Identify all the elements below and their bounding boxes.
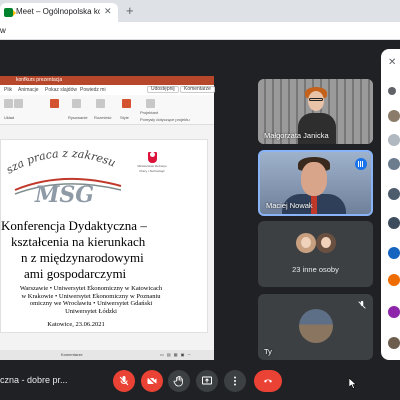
person-icon[interactable] [388,87,396,95]
ribbon-toolbar: Układ Rysowanie Rozmieść Style Projektan… [0,95,214,125]
avatar[interactable] [388,337,400,349]
menu-item-file[interactable]: Plik [4,87,12,93]
self-tile[interactable]: Ty [258,294,373,360]
self-avatar [299,309,333,343]
slide-canvas: sza praca z zakresu MSG Ministerstwo Roz… [0,139,208,333]
avatar[interactable] [388,188,400,200]
draw-icon[interactable] [72,99,81,108]
title-line: n z międzynarodowymi [21,250,144,265]
ministry-emblem: Ministerstwo Rozwoju Pracy i Technologii [132,150,172,173]
share-button[interactable]: Udostępnij [147,86,179,93]
url-text: w [0,26,6,35]
participant-name: Małgorzata Janicka [264,131,329,140]
present-button[interactable] [196,370,218,392]
close-panel-icon[interactable]: ✕ [388,57,396,68]
new-tab-button[interactable]: + [126,3,134,18]
title-line: ami gospodarczymi [24,266,127,281]
glasses-icon [309,98,323,101]
close-tab-icon[interactable]: ✕ [104,6,112,17]
more-vert-icon [234,376,236,386]
participant-tile[interactable]: Małgorzata Janicka [258,79,373,144]
presentation-window: konfkurs prezentacja Plik Animacje Pokaz… [0,76,215,360]
avatar[interactable] [388,217,400,229]
mic-toggle-button[interactable] [113,370,135,392]
participant-face [301,162,327,196]
ministry-name-1: Ministerstwo Rozwoju [137,164,167,168]
msg-logo-text: MSG [34,182,94,208]
ideas-icon[interactable] [146,99,155,108]
layout-icon[interactable] [4,99,13,108]
university-line: omiczny we Wrocławiu • Uniwersytet Gdańs… [29,300,153,307]
avatar[interactable] [388,306,400,318]
participant-name: Maciej Nowak [266,201,313,210]
university-line: w Krakowie • Uniwersytet Ekonomiczny w P… [21,292,161,300]
browser-tab-meet[interactable]: Meet – Ogólnopolska konfe ✕ [0,3,118,22]
avatar [316,233,336,253]
title-line: Konferencja Dydaktyczna – [1,218,147,233]
toolbar-label-layout: Układ [4,115,15,120]
presentation-titlebar: konfkurs prezentacja [0,76,214,85]
others-count: 23 inne osoby [292,265,339,274]
self-name: Ty [264,347,272,356]
avatar [296,233,316,253]
address-bar[interactable]: w [0,22,400,40]
slide-date: Katowice, 23.06.2021 [47,321,105,328]
leave-call-button[interactable] [254,370,282,392]
toolbar-label-arrange: Rozmieść [94,115,112,120]
avatar[interactable] [388,247,400,259]
designer-icon[interactable] [122,99,131,108]
meet-favicon-icon [4,8,16,17]
title-line: kształcenia na kierunkach [11,234,146,249]
camera-off-icon [147,376,157,386]
presentation-statusbar: Komentarze ▭ ▤ ▦ ▣ ─ [0,350,214,360]
meeting-title: czna - dobre pr... [0,375,68,385]
universities-list: Warszawie • Uniwersytet Ekonomiczny w Ka… [1,285,181,315]
raise-hand-button[interactable] [168,370,190,392]
more-options-button[interactable] [224,370,246,392]
arrange-icon[interactable] [96,99,105,108]
avatar[interactable] [388,110,400,122]
speaking-indicator-icon [355,158,367,170]
polish-eagle-icon [147,152,157,163]
menu-item-slideshow[interactable]: Pokaz slajdów [45,87,77,93]
comments-button[interactable]: Komentarze [180,86,215,93]
meeting-controls-bar: czna - dobre pr... [0,361,400,400]
hang-up-icon [264,379,272,383]
presentation-menu: Plik Animacje Pokaz slajdów Powiedz mi U… [0,85,215,95]
active-speaker-tile[interactable]: Maciej Nowak [258,150,373,216]
format-icon[interactable] [14,99,23,108]
mic-off-icon [358,300,366,309]
menu-item-animations[interactable]: Animacje [18,87,39,93]
present-screen-icon [202,376,212,385]
raise-hand-icon [173,375,183,387]
menu-item-tell-me[interactable]: Powiedz mi [80,87,106,93]
view-buttons-icon[interactable]: ▭ ▤ ▦ ▣ ─ [160,352,191,357]
avatar[interactable] [388,134,400,146]
ministry-name-2: Pracy i Technologii [139,169,165,173]
side-panel: ✕ [381,49,400,360]
toolbar-label-styles: Style [120,115,129,120]
participant-face [308,91,324,111]
others-tile[interactable]: 23 inne osoby [258,221,373,287]
university-line: Warszawie • Uniwersytet Ekonomiczny w Ka… [19,285,163,292]
camera-toggle-button[interactable] [141,370,163,392]
avatar[interactable] [388,274,400,286]
mouse-cursor-icon [349,378,357,389]
tab-title: Meet – Ogólnopolska konfe [16,7,100,16]
toolbar-label-ideas: Pomysły dotyczące projektu [140,117,190,122]
status-notes[interactable]: Komentarze [61,352,83,357]
university-line: Uniwersytet Łódzki [65,307,117,315]
presentation-title: konfkurs prezentacja [16,77,63,83]
browser-tab-bar: Meet – Ogólnopolska konfe ✕ + [0,0,400,22]
conference-title: Konferencja Dydaktyczna – kształcenia na… [1,218,176,282]
avatar[interactable] [388,158,400,170]
shape-icon[interactable] [50,99,59,108]
msg-logo: MSG [14,177,122,208]
mic-off-icon [119,376,129,386]
toolbar-label-designer: Projektant [140,110,159,115]
toolbar-label-draw: Rysowanie [68,115,88,120]
